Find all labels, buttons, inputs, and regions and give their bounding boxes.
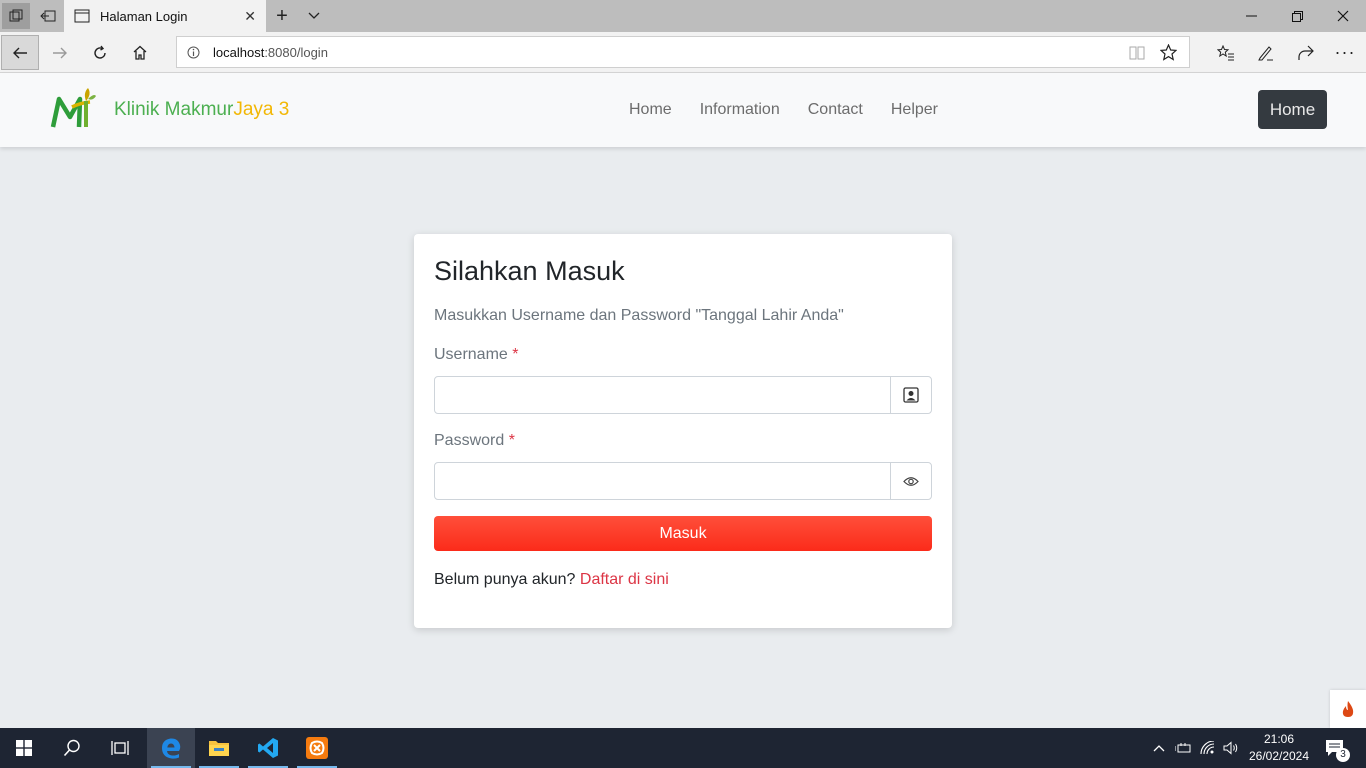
user-card-icon xyxy=(890,377,931,413)
debug-toolbar-flame-icon[interactable] xyxy=(1330,690,1366,728)
password-label: Password * xyxy=(434,432,515,449)
menu-item-information[interactable]: Information xyxy=(700,101,780,119)
xampp-icon[interactable] xyxy=(293,728,341,768)
username-input[interactable] xyxy=(435,377,890,413)
site-info-icon[interactable] xyxy=(187,46,200,59)
password-input[interactable] xyxy=(435,463,890,499)
favorites-hub-icon[interactable] xyxy=(1207,35,1245,70)
login-card: Silahkan Masuk Masukkan Username dan Pas… xyxy=(414,234,952,628)
login-submit-button[interactable]: Masuk xyxy=(434,516,932,551)
notes-pen-icon[interactable] xyxy=(1246,35,1284,70)
new-tab-icon[interactable]: + xyxy=(268,3,296,29)
register-prompt: Belum punya akun? Daftar di sini xyxy=(434,571,669,588)
login-subtitle: Masukkan Username dan Password "Tanggal … xyxy=(434,307,844,324)
url-text: localhost:8080/login xyxy=(213,44,328,60)
menu-item-contact[interactable]: Contact xyxy=(808,101,863,119)
restore-icon[interactable] xyxy=(1274,0,1320,32)
action-center-icon[interactable]: 3 xyxy=(1322,728,1350,768)
clock-date: 26/02/2024 xyxy=(1248,749,1310,763)
forward-button[interactable] xyxy=(41,35,79,70)
active-browser-tab[interactable]: Halaman Login ✕ xyxy=(64,0,266,32)
edge-browser-icon[interactable] xyxy=(147,728,195,768)
show-hidden-icons-chevron-icon[interactable] xyxy=(1150,728,1168,768)
brand-name: Klinik MakmurJaya 3 xyxy=(114,99,290,120)
start-windows-icon[interactable] xyxy=(0,728,48,768)
tab-list-chevron-icon[interactable] xyxy=(300,3,328,29)
tab-title: Halaman Login xyxy=(100,8,188,24)
menu-item-home[interactable]: Home xyxy=(629,101,672,119)
close-window-icon[interactable] xyxy=(1320,0,1366,32)
home-browser-button[interactable] xyxy=(121,35,159,70)
windows-taskbar: 21:06 26/02/2024 3 xyxy=(0,728,1366,768)
minimize-icon[interactable] xyxy=(1228,0,1274,32)
wifi-network-icon[interactable] xyxy=(1198,728,1218,768)
menu-item-helper[interactable]: Helper xyxy=(891,101,938,119)
password-group xyxy=(434,462,932,500)
brand[interactable]: Klinik MakmurJaya 3 xyxy=(50,87,289,133)
url-input[interactable]: localhost:8080/login xyxy=(176,36,1190,68)
volume-speaker-icon[interactable] xyxy=(1221,728,1241,768)
page-icon xyxy=(74,9,90,23)
required-mark: * xyxy=(508,432,515,449)
register-link[interactable]: Daftar di sini xyxy=(580,571,669,588)
favorite-star-icon[interactable] xyxy=(1160,44,1177,61)
notification-count-badge: 3 xyxy=(1336,748,1350,762)
username-label: Username * xyxy=(434,346,519,363)
vscode-icon[interactable] xyxy=(244,728,292,768)
clinic-logo-icon xyxy=(50,88,96,128)
close-tab-icon[interactable]: ✕ xyxy=(244,8,256,25)
system-clock[interactable]: 21:06 26/02/2024 xyxy=(1240,731,1318,765)
share-icon[interactable] xyxy=(1286,35,1324,70)
back-button[interactable] xyxy=(1,35,39,70)
site-navbar: Klinik MakmurJaya 3 Home Information Con… xyxy=(0,73,1366,147)
browser-tab-bar: Halaman Login ✕ + xyxy=(0,0,1366,32)
reading-view-icon[interactable] xyxy=(1129,45,1145,61)
browser-address-bar: localhost:8080/login ··· xyxy=(0,32,1366,73)
username-group xyxy=(434,376,932,414)
battery-power-icon[interactable] xyxy=(1173,728,1193,768)
file-explorer-icon[interactable] xyxy=(195,728,243,768)
show-password-eye-icon[interactable] xyxy=(890,463,931,499)
tab-preview-icon[interactable] xyxy=(2,3,30,29)
login-title: Silahkan Masuk xyxy=(434,256,625,286)
home-button[interactable]: Home xyxy=(1258,90,1327,129)
more-options-icon[interactable]: ··· xyxy=(1326,35,1364,70)
set-aside-tabs-icon[interactable] xyxy=(34,3,62,29)
task-view-icon[interactable] xyxy=(96,728,144,768)
refresh-button[interactable] xyxy=(81,35,119,70)
main-menu: Home Information Contact Helper xyxy=(629,101,938,119)
search-icon[interactable] xyxy=(48,728,96,768)
clock-time: 21:06 xyxy=(1263,732,1295,746)
required-mark: * xyxy=(512,346,519,363)
